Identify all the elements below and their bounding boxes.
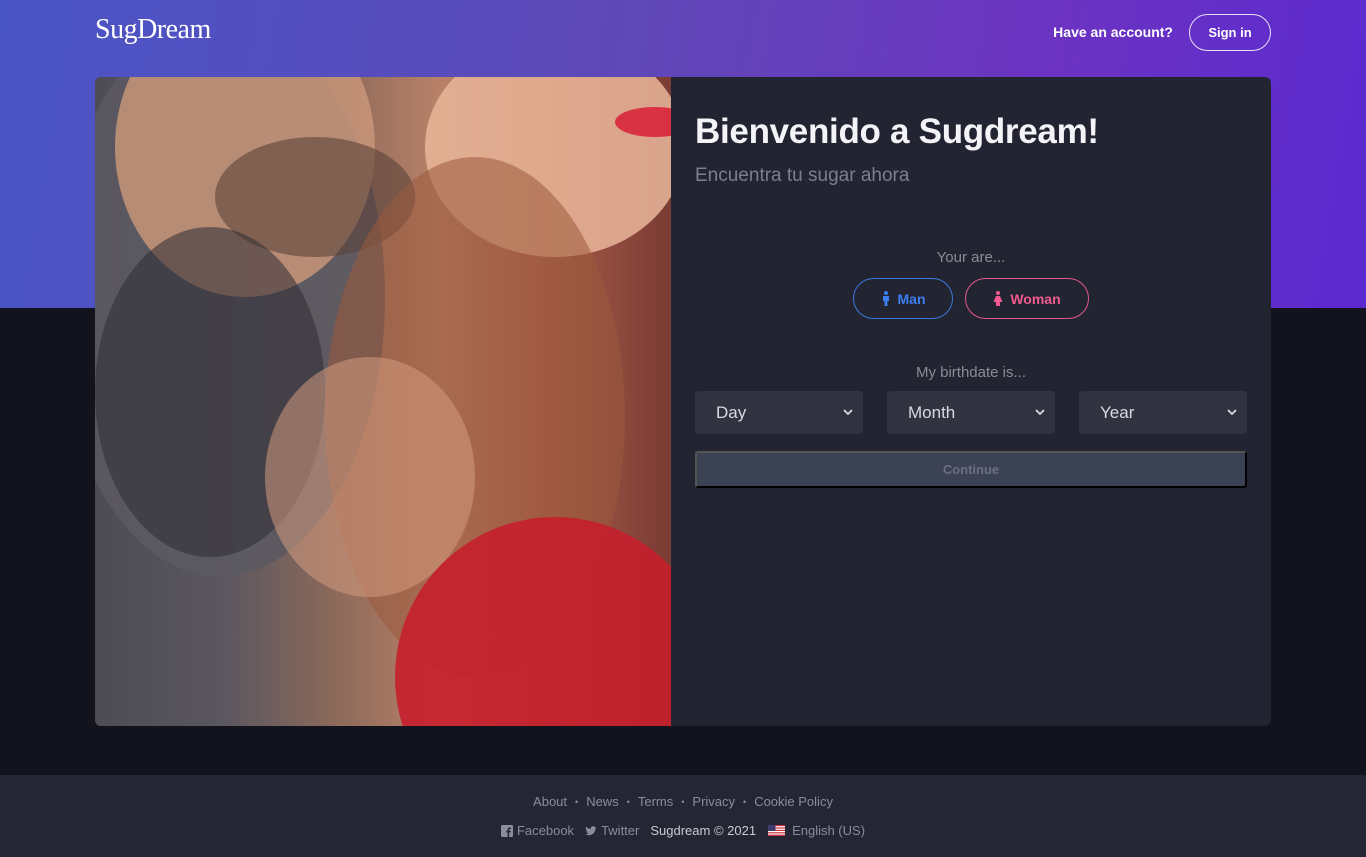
chevron-down-icon — [843, 409, 853, 416]
twitter-icon — [585, 825, 597, 835]
footer-social-row: Facebook Twitter Sugdream © 2021 English… — [0, 823, 1366, 838]
chevron-down-icon — [1035, 409, 1045, 416]
continue-button[interactable]: Continue — [695, 451, 1247, 488]
footer-link-cookie-policy[interactable]: Cookie Policy — [754, 794, 833, 809]
month-select-value: Month — [908, 402, 956, 422]
facebook-link[interactable]: Facebook — [500, 823, 575, 838]
facebook-label: Facebook — [516, 823, 575, 838]
man-label: Man — [897, 290, 926, 307]
account-prompt: Have an account? — [1053, 24, 1173, 40]
day-select-value: Day — [716, 402, 747, 422]
couple-photo — [95, 77, 671, 726]
signup-form: Bienvenido a Sugdream! Encuentra tu suga… — [671, 77, 1271, 726]
chevron-down-icon — [1227, 409, 1237, 416]
gender-prompt: Your are... — [936, 249, 1006, 266]
birthdate-prompt: My birthdate is... — [915, 364, 1027, 381]
footer-link-news[interactable]: News — [586, 794, 619, 809]
account-area: Have an account? Sign in — [1053, 13, 1271, 51]
form-title: Bienvenido a Sugdream! — [695, 112, 1099, 151]
us-flag-icon — [768, 825, 786, 836]
sign-in-button[interactable]: Sign in — [1189, 13, 1271, 51]
site-logo[interactable]: SugDream — [95, 14, 211, 46]
separator-dot: • — [575, 796, 579, 807]
form-subtitle: Encuentra tu sugar ahora — [695, 165, 910, 186]
footer-link-privacy[interactable]: Privacy — [692, 794, 735, 809]
year-select-value: Year — [1100, 402, 1135, 422]
man-button[interactable]: Man — [853, 278, 953, 319]
separator-dot: • — [626, 796, 630, 807]
female-icon — [993, 291, 1003, 306]
separator-dot: • — [681, 796, 685, 807]
language-label: English (US) — [792, 823, 866, 838]
signup-card: Bienvenido a Sugdream! Encuentra tu suga… — [95, 77, 1271, 726]
separator-dot: • — [743, 796, 747, 807]
day-select[interactable]: Day — [695, 391, 863, 434]
facebook-icon — [500, 824, 513, 837]
footer-links: About • News • Terms • Privacy • Cookie … — [0, 794, 1366, 809]
twitter-link[interactable]: Twitter — [585, 823, 639, 838]
male-icon — [882, 291, 889, 306]
woman-label: Woman — [1010, 290, 1061, 307]
copyright-text: Sugdream © 2021 — [650, 823, 757, 838]
footer-link-about[interactable]: About — [533, 794, 567, 809]
language-selector[interactable]: English (US) — [768, 823, 865, 838]
footer-link-terms[interactable]: Terms — [638, 794, 673, 809]
gender-options: Man Woman — [695, 278, 1247, 319]
woman-button[interactable]: Woman — [965, 278, 1089, 319]
year-select[interactable]: Year — [1079, 391, 1247, 434]
birthdate-selects: Day Month Year — [695, 391, 1247, 434]
site-footer: About • News • Terms • Privacy • Cookie … — [0, 775, 1366, 857]
top-bar: SugDream Have an account? Sign in — [95, 0, 1271, 64]
month-select[interactable]: Month — [887, 391, 1055, 434]
twitter-label: Twitter — [601, 823, 640, 838]
